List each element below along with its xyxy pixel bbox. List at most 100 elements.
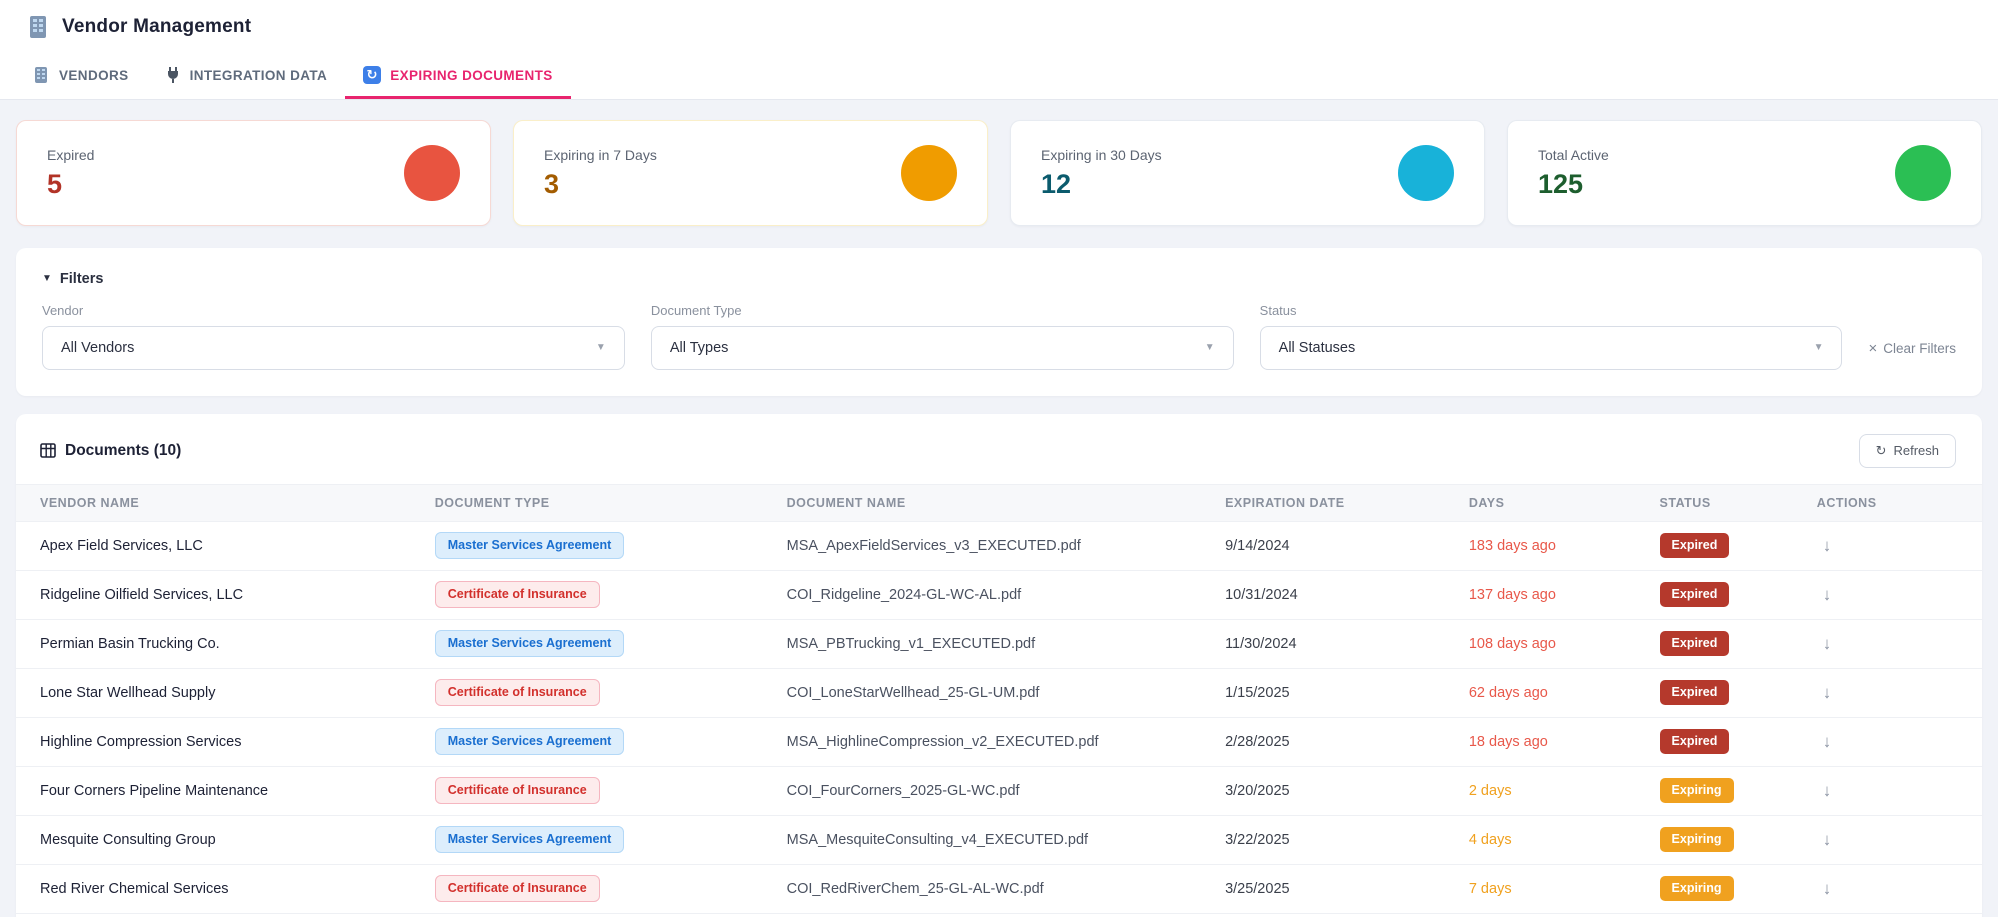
days-cell: 18 days ago xyxy=(1469,717,1660,766)
card-expiring-30-days: Expiring in 30 Days 12 xyxy=(1010,120,1485,226)
card-label: Expiring in 30 Days xyxy=(1041,147,1162,163)
refresh-button[interactable]: ↻ Refresh xyxy=(1859,434,1956,468)
document-name-cell: MSA_ApexFieldServices_v3_EXECUTED.pdf xyxy=(787,521,1225,570)
days-cell: 4 days xyxy=(1469,815,1660,864)
document-name-cell: COI_LoneStarWellhead_25-GL-UM.pdf xyxy=(787,668,1225,717)
documents-panel: Documents (10) ↻ Refresh VENDOR NAME DOC… xyxy=(16,414,1982,917)
download-icon[interactable]: ↓ xyxy=(1817,681,1838,705)
building-icon xyxy=(26,15,50,39)
expiration-date-cell: 10/31/2024 xyxy=(1225,570,1469,619)
status-circle-icon xyxy=(901,145,957,201)
download-icon[interactable]: ↓ xyxy=(1817,632,1838,656)
download-icon[interactable]: ↓ xyxy=(1817,877,1838,901)
card-total-active: Total Active 125 xyxy=(1507,120,1982,226)
document-type-badge: Certificate of Insurance xyxy=(435,679,600,706)
clear-filters-label: Clear Filters xyxy=(1883,341,1956,356)
status-circle-icon xyxy=(404,145,460,201)
status-badge: Expired xyxy=(1660,533,1730,558)
expiration-date-cell: 11/30/2024 xyxy=(1225,619,1469,668)
vendor-name-cell: Brazos Fluid Hauling, LLC xyxy=(16,913,435,917)
document-type-badge: Certificate of Insurance xyxy=(435,777,600,804)
table-row: Ridgeline Oilfield Services, LLC Certifi… xyxy=(16,570,1982,619)
days-cell: 30 days xyxy=(1469,913,1660,917)
column-header-expiration-date: EXPIRATION DATE xyxy=(1225,484,1469,521)
vendor-select[interactable]: All Vendors ▼ xyxy=(42,326,625,370)
vendor-name-cell: Mesquite Consulting Group xyxy=(16,815,435,864)
filter-label: Document Type xyxy=(651,303,1234,318)
card-expired: Expired 5 xyxy=(16,120,491,226)
refresh-icon: ↻ xyxy=(1876,443,1887,459)
vendor-name-cell: Red River Chemical Services xyxy=(16,864,435,913)
table-row: Four Corners Pipeline Maintenance Certif… xyxy=(16,766,1982,815)
table-row: Lone Star Wellhead Supply Certificate of… xyxy=(16,668,1982,717)
document-name-cell: COI_Ridgeline_2024-GL-WC-AL.pdf xyxy=(787,570,1225,619)
card-value: 12 xyxy=(1041,169,1162,200)
document-type-badge: Certificate of Insurance xyxy=(435,875,600,902)
expiration-date-cell: 1/15/2025 xyxy=(1225,668,1469,717)
column-header-actions: ACTIONS xyxy=(1817,484,1982,521)
chevron-down-icon: ▼ xyxy=(1814,342,1824,353)
tab-vendors[interactable]: VENDORS xyxy=(14,54,147,99)
document-type-select[interactable]: All Types ▼ xyxy=(651,326,1234,370)
summary-cards: Expired 5 Expiring in 7 Days 3 Expiring … xyxy=(16,120,1982,226)
vendor-name-cell: Four Corners Pipeline Maintenance xyxy=(16,766,435,815)
document-type-badge: Master Services Agreement xyxy=(435,728,625,755)
document-name-cell: COI_RedRiverChem_25-GL-AL-WC.pdf xyxy=(787,864,1225,913)
table-row: Mesquite Consulting Group Master Service… xyxy=(16,815,1982,864)
status-badge: Expiring xyxy=(1660,778,1734,803)
document-name-cell: COI_FourCorners_2025-GL-WC.pdf xyxy=(787,766,1225,815)
filter-field-status: Status All Statuses ▼ xyxy=(1260,303,1843,370)
expiration-date-cell: 3/20/2025 xyxy=(1225,766,1469,815)
tab-label: INTEGRATION DATA xyxy=(190,68,328,83)
column-header-vendor-name: VENDOR NAME xyxy=(16,484,435,521)
status-badge: Expired xyxy=(1660,680,1730,705)
tab-label: VENDORS xyxy=(59,68,129,83)
filters-toggle[interactable]: ▼ Filters xyxy=(42,271,103,287)
column-header-status: STATUS xyxy=(1660,484,1817,521)
building-icon xyxy=(32,66,50,84)
download-icon[interactable]: ↓ xyxy=(1817,779,1838,803)
download-icon[interactable]: ↓ xyxy=(1817,828,1838,852)
download-icon[interactable]: ↓ xyxy=(1817,583,1838,607)
chevron-down-icon: ▼ xyxy=(1205,342,1215,353)
tab-integration-data[interactable]: INTEGRATION DATA xyxy=(147,54,346,99)
filters-panel: ▼ Filters Vendor All Vendors ▼ Document … xyxy=(16,248,1982,396)
tab-bar: VENDORS INTEGRATION DATA ↻ EXPIRING DOCU… xyxy=(0,54,1998,100)
filter-label: Vendor xyxy=(42,303,625,318)
table-row: Apex Field Services, LLC Master Services… xyxy=(16,521,1982,570)
expiration-date-cell: 9/14/2024 xyxy=(1225,521,1469,570)
document-type-badge: Master Services Agreement xyxy=(435,826,625,853)
select-value: All Vendors xyxy=(61,340,134,356)
expiration-date-cell: 3/25/2025 xyxy=(1225,864,1469,913)
clear-filters-button[interactable]: × Clear Filters xyxy=(1868,340,1956,370)
table-row: Permian Basin Trucking Co. Master Servic… xyxy=(16,619,1982,668)
vendor-name-cell: Lone Star Wellhead Supply xyxy=(16,668,435,717)
vendor-name-cell: Highline Compression Services xyxy=(16,717,435,766)
column-header-document-type: DOCUMENT TYPE xyxy=(435,484,787,521)
plug-icon xyxy=(165,66,181,84)
status-circle-icon xyxy=(1895,145,1951,201)
download-icon[interactable]: ↓ xyxy=(1817,730,1838,754)
document-name-cell: MSA_HighlineCompression_v2_EXECUTED.pdf xyxy=(787,717,1225,766)
filter-field-vendor: Vendor All Vendors ▼ xyxy=(42,303,625,370)
card-expiring-7-days: Expiring in 7 Days 3 xyxy=(513,120,988,226)
download-icon[interactable]: ↓ xyxy=(1817,534,1838,558)
page-title: Vendor Management xyxy=(62,16,251,38)
card-value: 3 xyxy=(544,169,657,200)
table-grid-icon xyxy=(40,443,56,458)
close-icon: × xyxy=(1868,340,1877,357)
table-header-row: VENDOR NAME DOCUMENT TYPE DOCUMENT NAME … xyxy=(16,484,1982,521)
card-label: Total Active xyxy=(1538,147,1609,163)
column-header-days: DAYS xyxy=(1469,484,1660,521)
days-cell: 137 days ago xyxy=(1469,570,1660,619)
status-badge: Expiring xyxy=(1660,827,1734,852)
filter-label: Status xyxy=(1260,303,1843,318)
tab-expiring-documents[interactable]: ↻ EXPIRING DOCUMENTS xyxy=(345,54,570,99)
status-select[interactable]: All Statuses ▼ xyxy=(1260,326,1843,370)
vendor-name-cell: Ridgeline Oilfield Services, LLC xyxy=(16,570,435,619)
document-type-badge: Master Services Agreement xyxy=(435,630,625,657)
status-badge: Expiring xyxy=(1660,876,1734,901)
refresh-label: Refresh xyxy=(1893,443,1939,458)
card-value: 125 xyxy=(1538,169,1609,200)
card-label: Expiring in 7 Days xyxy=(544,147,657,163)
